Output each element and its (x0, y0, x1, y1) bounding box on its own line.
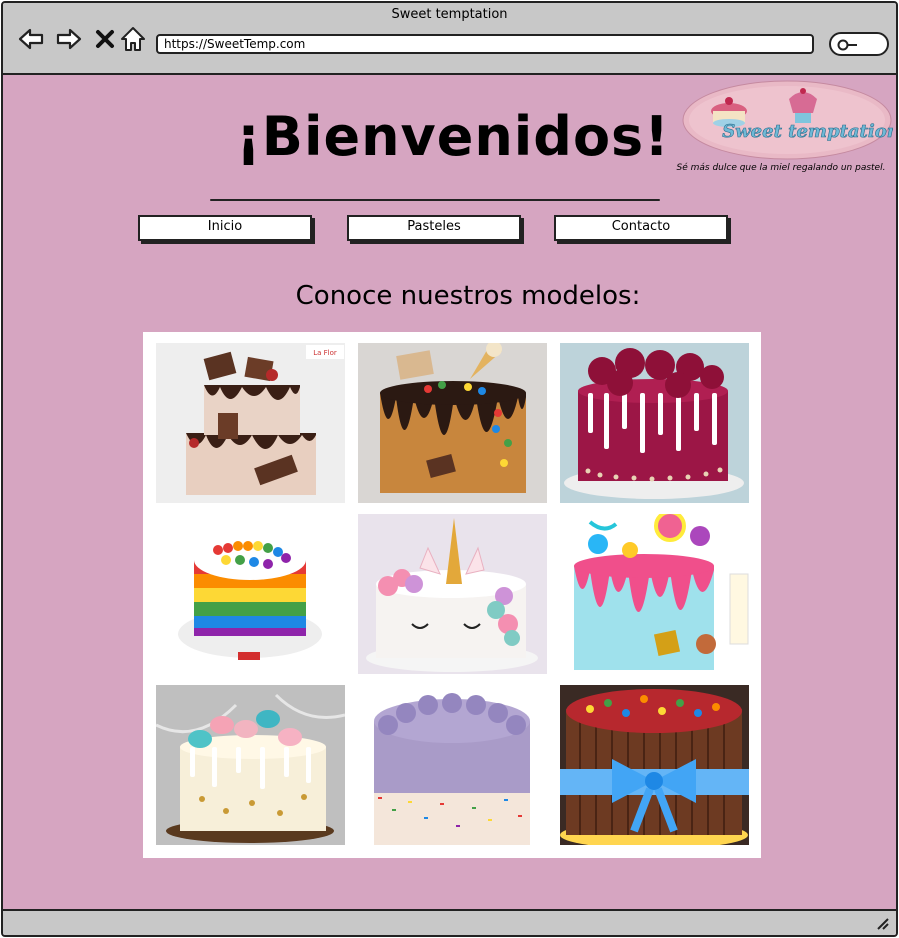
bakery-badge-text: La Flor (313, 349, 337, 357)
search-icon (837, 39, 857, 51)
nav-contacto-button[interactable]: Contacto (554, 215, 728, 241)
macaron-drip-cake-image[interactable] (156, 685, 345, 845)
title-divider (210, 199, 660, 201)
magenta-rosette-cake-image[interactable] (560, 343, 749, 503)
page-content: Sweet temptation Sé más dulce que la mie… (3, 75, 896, 911)
home-icon[interactable] (119, 25, 147, 53)
cake-gallery: La Flor (143, 332, 761, 858)
chocolate-drip-cake-image[interactable]: La Flor (156, 343, 345, 503)
back-arrow-icon[interactable] (17, 25, 45, 53)
browser-titlebar: Sweet temptation https://SweetTemp.com (3, 3, 896, 75)
close-icon[interactable] (91, 25, 119, 53)
nav-contacto-label: Contacto (611, 219, 671, 234)
rainbow-bubble-cake-image[interactable] (156, 514, 345, 674)
address-bar[interactable]: https://SweetTemp.com (156, 34, 814, 54)
forward-arrow-icon[interactable] (55, 25, 83, 53)
nav-pasteles-label: Pasteles (407, 219, 461, 234)
browser-window: Sweet temptation https://SweetTemp.com S… (1, 1, 898, 937)
window-title: Sweet temptation (391, 7, 508, 22)
browser-statusbar (3, 909, 896, 935)
nav-inicio-label: Inicio (207, 219, 243, 234)
nav-inicio-button[interactable]: Inicio (138, 215, 312, 241)
unicorn-cake-image[interactable] (358, 514, 547, 674)
lavender-sprinkle-cake-image[interactable] (358, 685, 547, 845)
page-title: ¡Bienvenidos! (236, 105, 670, 168)
pink-candy-drip-cake-image[interactable] (560, 514, 749, 674)
address-url: https://SweetTemp.com (164, 37, 306, 51)
browser-search-box[interactable] (829, 32, 889, 56)
kitkat-candy-cake-image[interactable] (560, 685, 749, 845)
gallery-heading: Conoce nuestros modelos: (295, 281, 641, 311)
ice-cream-candy-drip-cake-image[interactable] (358, 343, 547, 503)
logo-text: Sweet temptation (722, 121, 893, 142)
resize-grip-icon[interactable] (874, 915, 890, 931)
nav-pasteles-button[interactable]: Pasteles (347, 215, 521, 241)
